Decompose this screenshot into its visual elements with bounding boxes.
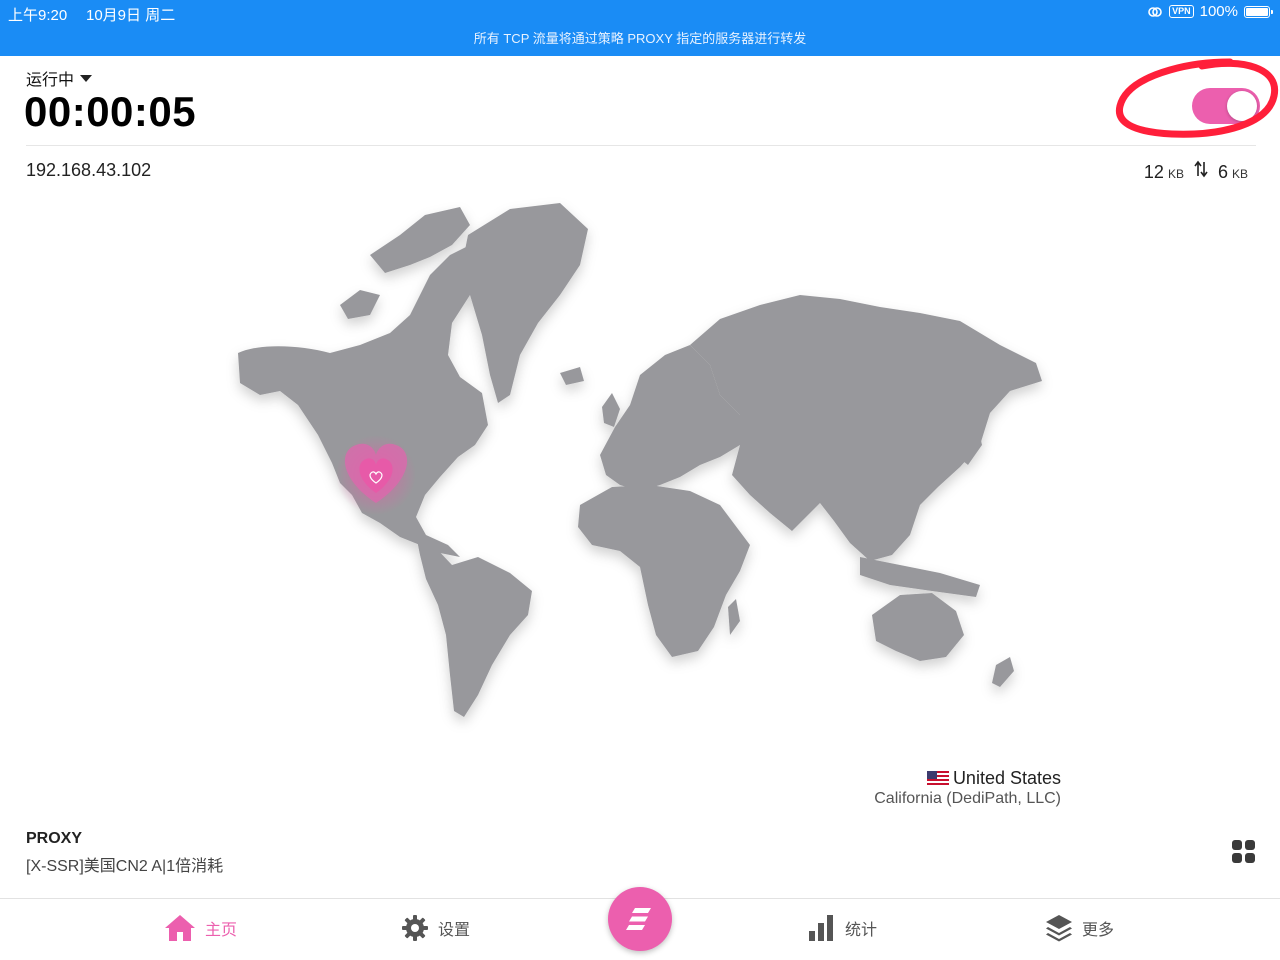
gear-icon: [402, 915, 428, 941]
battery-percent: 100%: [1199, 3, 1238, 20]
tab-more[interactable]: 更多: [1044, 913, 1114, 943]
battery-icon: [1244, 5, 1273, 18]
us-flag-icon: [926, 771, 949, 786]
connection-status-dropdown[interactable]: 运行中: [26, 66, 93, 90]
app-logo-icon: [626, 908, 651, 930]
connection-toggle[interactable]: [1192, 88, 1260, 124]
upload-unit: KB: [1167, 167, 1184, 181]
grid-icon[interactable]: [1232, 840, 1255, 863]
asia-shape: [690, 295, 1042, 561]
world-map: [238, 203, 1042, 717]
location-country: United States: [926, 768, 1061, 789]
status-date: 10月9日 周二: [86, 7, 176, 24]
bar-chart-icon: [809, 915, 833, 941]
tab-more-label: 更多: [1082, 922, 1115, 939]
country-name: United States: [952, 768, 1061, 788]
tab-home-label: 主页: [205, 922, 238, 939]
proxy-policy-title: PROXY: [26, 830, 83, 847]
tab-settings-label: 设置: [438, 922, 471, 939]
upload-value: 12: [1143, 162, 1164, 182]
up-down-arrows-icon: [1194, 160, 1208, 178]
south-america-shape: [416, 535, 532, 717]
tab-home[interactable]: 主页: [163, 913, 237, 943]
tab-settings[interactable]: 设置: [400, 913, 470, 943]
routing-message[interactable]: 所有 TCP 流量将通过策略 PROXY 指定的服务器进行转发: [0, 28, 1280, 47]
australia-shape: [872, 593, 964, 661]
download-value: 6: [1217, 162, 1228, 182]
quick-action-button[interactable]: [608, 887, 672, 951]
proxy-node-name[interactable]: [X-SSR]美国CN2 A|1倍消耗: [26, 852, 223, 876]
connection-status-label: 运行中: [26, 72, 75, 89]
header-divider: [26, 145, 1256, 146]
location-marker[interactable]: [336, 435, 416, 515]
ip-address: 192.168.43.102: [26, 160, 152, 180]
traffic-counter: 12 KB 6 KB: [1144, 160, 1254, 183]
toggle-knob: [1227, 91, 1257, 121]
status-time: 上午9:20: [8, 7, 68, 24]
tab-statistics[interactable]: 统计: [807, 913, 877, 943]
africa-shape: [578, 485, 750, 657]
link-icon: [1148, 6, 1162, 17]
location-region: California (DediPath, LLC): [874, 790, 1061, 807]
status-indicators: VPN 100%: [1147, 3, 1273, 20]
home-icon: [165, 915, 195, 941]
layers-icon: [1046, 915, 1072, 942]
vpn-badge: VPN: [1169, 5, 1194, 18]
caret-down-icon: [80, 74, 93, 82]
status-bar: 上午9:20 10月9日 周二 VPN 100% 所有 TCP 流量将通过策略 …: [0, 0, 1280, 56]
tab-statistics-label: 统计: [845, 922, 878, 939]
connection-timer: 00:00:05: [24, 88, 197, 135]
download-unit: KB: [1231, 167, 1248, 181]
